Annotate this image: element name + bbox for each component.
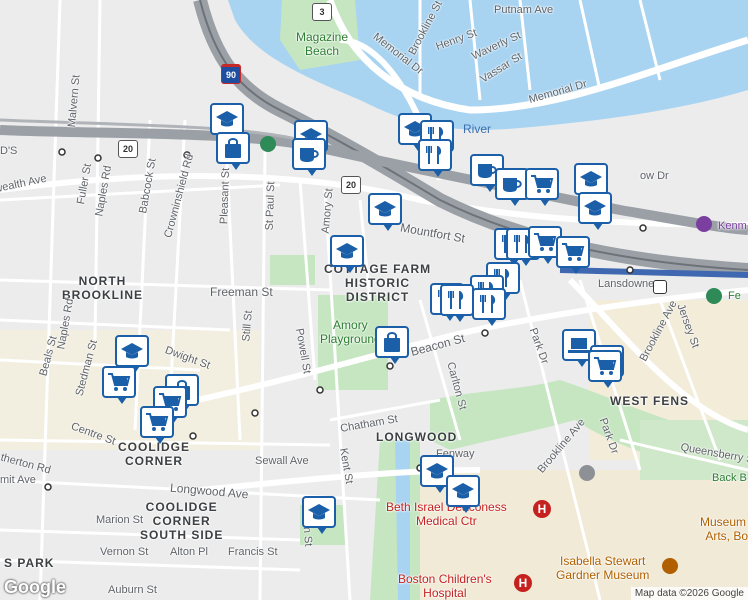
route-20-shield: 20: [118, 140, 138, 158]
summit-ave-label: mit Ave: [0, 474, 36, 486]
school-icon: [307, 501, 331, 523]
grocery-cart-icon: [145, 411, 169, 433]
marion-st-label: Marion St: [96, 514, 144, 526]
north-brookline-label: NORTH BROOKLINE: [62, 274, 143, 302]
hospital-icon[interactable]: H: [514, 574, 532, 592]
river-label: River: [463, 122, 492, 136]
school-marker[interactable]: [574, 163, 608, 201]
google-logo: Google: [4, 577, 66, 597]
route-20-shield: 20: [341, 176, 361, 194]
school-icon: [373, 198, 397, 220]
cart-marker[interactable]: [588, 350, 622, 388]
restaurant-icon: [445, 289, 469, 311]
vernon-st-label: Vernon St: [100, 546, 149, 558]
restaurant-icon: [477, 293, 501, 315]
gardner-museum-label: Isabella Stewart Gardner Museum: [556, 554, 650, 582]
kenmore-label: Kenm: [718, 220, 747, 232]
cafe-marker[interactable]: [495, 168, 529, 206]
food-marker[interactable]: [472, 288, 506, 326]
ow-dr-label: ow Dr: [640, 170, 669, 182]
cart-marker[interactable]: [525, 168, 559, 206]
pleasant-st-label: Pleasant St: [218, 167, 233, 225]
shopping-bag-icon: [221, 137, 245, 159]
museum-arts-label: Museum of Arts, Bos: [700, 515, 748, 543]
francis-st-label: Francis St: [228, 546, 278, 558]
lansdowne-label: Lansdowne: [598, 278, 655, 290]
wealth-label: D'S: [0, 145, 18, 157]
route-3-shield: 3: [312, 3, 332, 21]
museum-pin-icon[interactable]: [662, 558, 678, 574]
school-icon: [583, 197, 607, 219]
alton-pl-label: Alton Pl: [170, 546, 208, 558]
interstate-90-shield: 90: [221, 64, 241, 84]
school-icon: [335, 240, 359, 262]
fenway-park-label: Fe: [728, 290, 741, 302]
school-marker[interactable]: [330, 235, 364, 273]
school-marker[interactable]: [210, 103, 244, 141]
childrens-hospital-label: Boston Children's Hospital: [398, 572, 492, 600]
shopping-bag-icon: [380, 331, 404, 353]
cafe-marker[interactable]: [292, 138, 326, 176]
cart-marker[interactable]: [102, 366, 136, 404]
school-marker[interactable]: [368, 193, 402, 231]
transit-station-icon[interactable]: [653, 280, 667, 294]
bag-marker[interactable]: [375, 326, 409, 364]
grocery-cart-icon: [530, 173, 554, 195]
school-icon: [579, 168, 603, 190]
school-pin-icon[interactable]: [579, 465, 595, 481]
grocery-cart-icon: [561, 241, 585, 263]
cart-marker[interactable]: [556, 236, 590, 274]
food-marker[interactable]: [418, 139, 452, 177]
school-icon: [120, 340, 144, 362]
coolidge-corner-label: COOLIDGE CORNER: [118, 440, 191, 468]
school-marker[interactable]: [578, 192, 612, 230]
freeman-st-label: Freeman St: [210, 285, 273, 299]
auburn-st-label: Auburn St: [108, 584, 157, 596]
grocery-cart-icon: [107, 371, 131, 393]
putnam-ave-label: Putnam Ave: [494, 4, 554, 16]
school-marker[interactable]: [446, 475, 480, 513]
school-icon: [215, 108, 239, 130]
magazine-beach-label: Magazine Beach: [296, 30, 349, 58]
shopping-pin-icon[interactable]: [696, 216, 712, 232]
cottage-farm-label: COTTAGE FARM HISTORIC DISTRICT: [324, 262, 432, 304]
restaurant-icon: [423, 144, 447, 166]
map-attribution[interactable]: Map data ©2026 Google: [630, 587, 748, 600]
school-marker[interactable]: [302, 496, 336, 534]
school-marker[interactable]: [115, 335, 149, 373]
cart-marker[interactable]: [140, 406, 174, 444]
cafe-icon: [500, 173, 524, 195]
coolidge-corner-south-label: COOLIDGE CORNER SOUTH SIDE: [140, 500, 224, 542]
back-bay-fens-label: Back B: [712, 472, 747, 484]
park-pin-icon[interactable]: [260, 136, 276, 152]
food-marker[interactable]: [440, 284, 474, 322]
grocery-cart-icon: [593, 355, 617, 377]
stadium-pin-icon[interactable]: [706, 288, 722, 304]
sewall-ave-label: Sewall Ave: [255, 455, 309, 467]
bag-marker[interactable]: [216, 132, 250, 170]
west-fens-label: WEST FENS: [610, 394, 690, 408]
hospital-icon[interactable]: H: [533, 500, 551, 518]
longwood-label: LONGWOOD: [376, 430, 458, 444]
amory-playground-label: Amory Playground: [320, 318, 381, 346]
school-icon: [451, 480, 475, 502]
s-park-label: S PARK: [4, 556, 55, 570]
cafe-icon: [297, 143, 321, 165]
grocery-cart-icon: [533, 231, 557, 253]
st-paul-st-label: St Paul St: [263, 181, 278, 231]
